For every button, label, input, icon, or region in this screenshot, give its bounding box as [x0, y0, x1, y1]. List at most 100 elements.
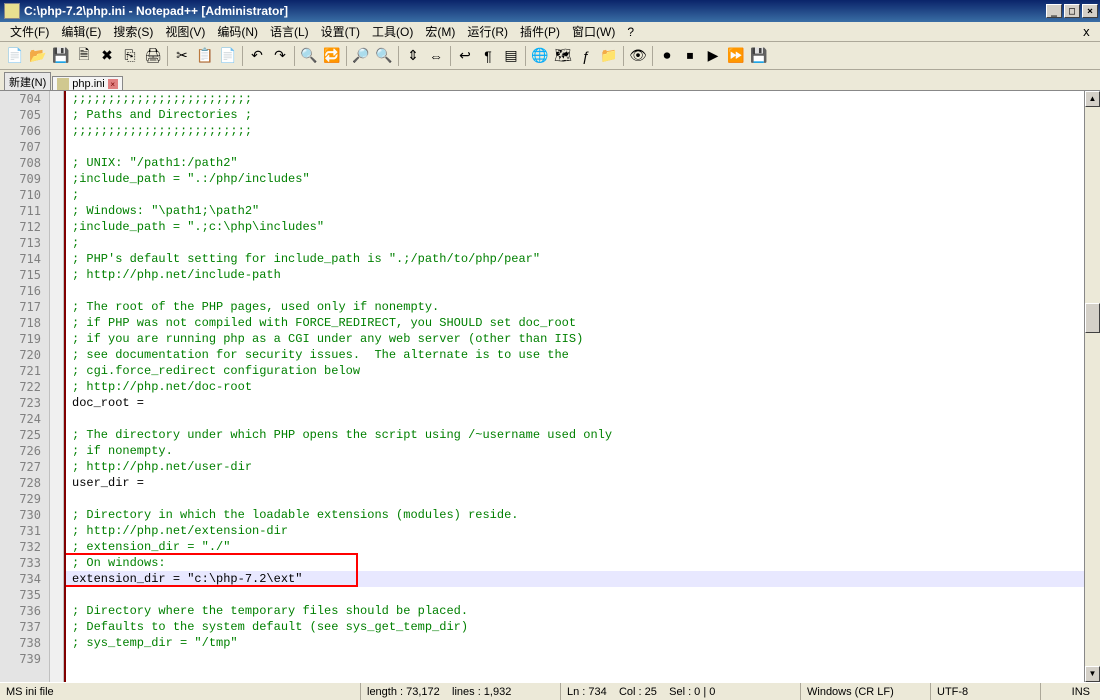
record-icon[interactable]: ⏺	[656, 45, 678, 67]
code-line[interactable]: ;include_path = ".:/php/includes"	[66, 171, 1084, 187]
menu-11[interactable]: 窗口(W)	[566, 21, 621, 42]
close-window-button[interactable]: ×	[1082, 4, 1098, 18]
code-line[interactable]: ; Windows: "\path1;\path2"	[66, 203, 1084, 219]
minimize-button[interactable]: _	[1046, 4, 1062, 18]
save-macro-icon[interactable]: 💾	[748, 45, 770, 67]
sync-v-icon[interactable]: ⇕	[402, 45, 424, 67]
menu-7[interactable]: 工具(O)	[366, 21, 419, 42]
code-line[interactable]: ;include_path = ".;c:\php\includes"	[66, 219, 1084, 235]
wrap-icon[interactable]: ↩	[454, 45, 476, 67]
line-number-gutter: 7047057067077087097107117127137147157167…	[0, 91, 50, 682]
stop-icon[interactable]: ⏹	[679, 45, 701, 67]
save-all-icon[interactable]: 🗎	[73, 45, 95, 67]
code-line[interactable]: ; On windows:	[66, 555, 1084, 571]
indent-guide-icon[interactable]: ▤	[500, 45, 522, 67]
maximize-button[interactable]: □	[1064, 4, 1080, 18]
sync-h-icon[interactable]: ⇔	[425, 45, 447, 67]
monitor-icon[interactable]: 👁	[627, 45, 649, 67]
lang-icon[interactable]: 🌐	[529, 45, 551, 67]
redo-icon[interactable]: ↷	[269, 45, 291, 67]
code-line[interactable]	[66, 411, 1084, 427]
menu-8[interactable]: 宏(M)	[419, 21, 461, 42]
tab-close-icon[interactable]: ×	[108, 79, 118, 89]
menu-10[interactable]: 插件(P)	[514, 21, 566, 42]
open-icon[interactable]: 📂	[27, 45, 49, 67]
code-line[interactable]: ; UNIX: "/path1:/path2"	[66, 155, 1084, 171]
tab-new[interactable]: 新建(N)	[4, 72, 51, 91]
menu-4[interactable]: 编码(N)	[211, 21, 264, 42]
code-line[interactable]: ; PHP's default setting for include_path…	[66, 251, 1084, 267]
play-icon[interactable]: ▶	[702, 45, 724, 67]
line-number: 716	[0, 283, 41, 299]
code-line[interactable]: ; Directory in which the loadable extens…	[66, 507, 1084, 523]
undo-icon[interactable]: ↶	[246, 45, 268, 67]
code-line[interactable]: extension_dir = "c:\php-7.2\ext"	[66, 571, 1084, 587]
save-icon[interactable]: 💾	[50, 45, 72, 67]
replace-icon[interactable]: 🔁	[321, 45, 343, 67]
doc-map-icon[interactable]: 🗺	[552, 45, 574, 67]
code-line[interactable]: ; The directory under which PHP opens th…	[66, 427, 1084, 443]
whitespace-icon[interactable]: ¶	[477, 45, 499, 67]
code-line[interactable]: ; http://php.net/user-dir	[66, 459, 1084, 475]
code-line[interactable]	[66, 139, 1084, 155]
code-line[interactable]: ; sys_temp_dir = "/tmp"	[66, 635, 1084, 651]
fold-column[interactable]	[50, 91, 64, 682]
code-line[interactable]: ;	[66, 235, 1084, 251]
code-line[interactable]	[66, 651, 1084, 667]
close-all-icon[interactable]: ⎘	[119, 45, 141, 67]
zoom-out-icon[interactable]: 🔍	[373, 45, 395, 67]
copy-icon[interactable]: 📋	[194, 45, 216, 67]
mdichild-close-icon[interactable]: x	[1077, 25, 1096, 39]
menu-9[interactable]: 运行(R)	[461, 21, 514, 42]
code-line[interactable]: ; if you are running php as a CGI under …	[66, 331, 1084, 347]
code-line[interactable]: ;;;;;;;;;;;;;;;;;;;;;;;;;	[66, 123, 1084, 139]
scroll-up-button[interactable]: ▲	[1085, 91, 1100, 107]
menu-1[interactable]: 编辑(E)	[55, 21, 107, 42]
cut-icon[interactable]: ✂	[171, 45, 193, 67]
menu-6[interactable]: 设置(T)	[315, 21, 366, 42]
scroll-down-button[interactable]: ▼	[1085, 666, 1100, 682]
code-line[interactable]: ; Paths and Directories ;	[66, 107, 1084, 123]
code-line[interactable]: ; http://php.net/doc-root	[66, 379, 1084, 395]
code-line[interactable]: doc_root =	[66, 395, 1084, 411]
scroll-track[interactable]	[1085, 107, 1100, 666]
print-icon[interactable]: 🖨	[142, 45, 164, 67]
code-line[interactable]: ; http://php.net/include-path	[66, 267, 1084, 283]
tab-phpini[interactable]: php.ini ×	[52, 76, 122, 91]
menu-5[interactable]: 语言(L)	[264, 21, 315, 42]
menu-3[interactable]: 视图(V)	[159, 21, 211, 42]
code-line[interactable]	[66, 283, 1084, 299]
find-icon[interactable]: 🔍	[298, 45, 320, 67]
code-line[interactable]: ; if PHP was not compiled with FORCE_RED…	[66, 315, 1084, 331]
menu-2[interactable]: 搜索(S)	[107, 21, 159, 42]
code-line[interactable]: ; http://php.net/extension-dir	[66, 523, 1084, 539]
code-line[interactable]: ; see documentation for security issues.…	[66, 347, 1084, 363]
scroll-thumb[interactable]	[1085, 303, 1100, 333]
code-line[interactable]	[66, 491, 1084, 507]
code-line[interactable]: ; The root of the PHP pages, used only i…	[66, 299, 1084, 315]
code-line[interactable]: ; Directory where the temporary files sh…	[66, 603, 1084, 619]
code-line[interactable]: user_dir =	[66, 475, 1084, 491]
vertical-scrollbar[interactable]: ▲ ▼	[1084, 91, 1100, 682]
menu-0[interactable]: 文件(F)	[4, 21, 55, 42]
new-file-icon[interactable]: 📄	[4, 45, 26, 67]
toolbar-separator	[346, 46, 347, 66]
code-line[interactable]: ; extension_dir = "./"	[66, 539, 1084, 555]
code-line[interactable]: ;	[66, 187, 1084, 203]
editor: 7047057067077087097107117127137147157167…	[0, 90, 1100, 682]
code-area[interactable]: ;;;;;;;;;;;;;;;;;;;;;;;;;; Paths and Dir…	[66, 91, 1084, 682]
code-line[interactable]: ; cgi.force_redirect configuration below	[66, 363, 1084, 379]
close-icon[interactable]: ✖	[96, 45, 118, 67]
code-line[interactable]: ; if nonempty.	[66, 443, 1084, 459]
paste-icon[interactable]: 📄	[217, 45, 239, 67]
code-line[interactable]: ; Defaults to the system default (see sy…	[66, 619, 1084, 635]
code-line[interactable]: ;;;;;;;;;;;;;;;;;;;;;;;;;	[66, 91, 1084, 107]
menu-12[interactable]: ?	[621, 23, 640, 41]
code-line[interactable]	[66, 587, 1084, 603]
fast-icon[interactable]: ⏩	[725, 45, 747, 67]
menu-bar: 文件(F)编辑(E)搜索(S)视图(V)编码(N)语言(L)设置(T)工具(O)…	[0, 22, 1100, 42]
folder-view-icon[interactable]: 📁	[598, 45, 620, 67]
func-list-icon[interactable]: ƒ	[575, 45, 597, 67]
zoom-in-icon[interactable]: 🔎	[350, 45, 372, 67]
line-number: 709	[0, 171, 41, 187]
